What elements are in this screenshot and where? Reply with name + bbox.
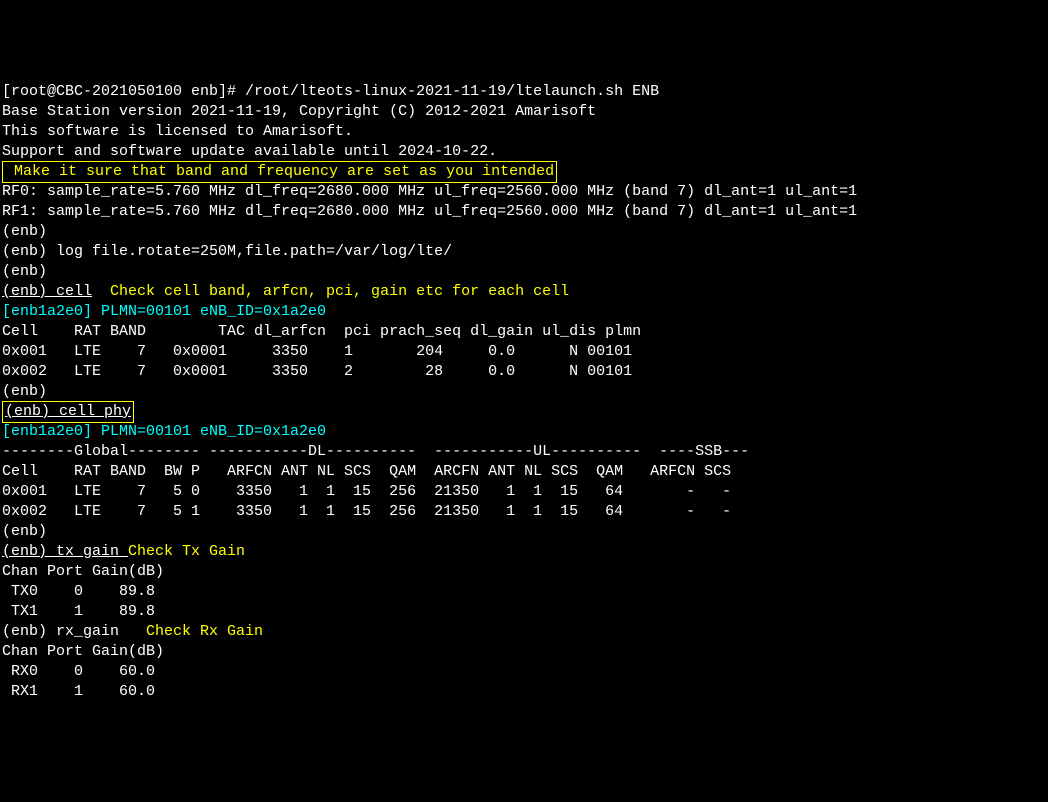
enb-prompt: (enb): [2, 523, 47, 540]
rf0-config-line: RF0: sample_rate=5.760 MHz dl_freq=2680.…: [2, 183, 857, 200]
annotation-rx-gain: Check Rx Gain: [128, 623, 263, 640]
annotation-band-freq: Make it sure that band and frequency are…: [2, 161, 557, 183]
cmd-cell: (enb) cell: [2, 283, 92, 300]
enb-log-line: (enb) log file.rotate=250M,file.path=/va…: [2, 243, 452, 260]
shell-prompt: [root@CBC-2021050100 enb]# /root/lteots-…: [2, 83, 659, 100]
cell-table-row: 0x001 LTE 7 0x0001 3350 1 204 0.0 N 0010…: [2, 343, 632, 360]
cell-table-header: Cell RAT BAND TAC dl_arfcn pci prach_seq…: [2, 323, 641, 340]
banner-line: This software is licensed to Amarisoft.: [2, 123, 353, 140]
enb-prompt: (enb): [2, 383, 47, 400]
phy-table-row: 0x002 LTE 7 5 1 3350 1 1 15 256 21350 1 …: [2, 503, 731, 520]
plmn-header: [enb1a2e0] PLMN=00101 eNB_ID=0x1a2e0: [2, 423, 326, 440]
phy-divider: --------Global-------- -----------DL----…: [2, 443, 749, 460]
tx-gain-header: Chan Port Gain(dB): [2, 563, 164, 580]
rx-gain-header: Chan Port Gain(dB): [2, 643, 164, 660]
phy-table-header: Cell RAT BAND BW P ARFCN ANT NL SCS QAM …: [2, 463, 731, 480]
annotation-check-cell: Check cell band, arfcn, pci, gain etc fo…: [92, 283, 569, 300]
rx-gain-row: RX0 0 60.0: [2, 663, 155, 680]
enb-prompt: (enb): [2, 263, 47, 280]
plmn-header: [enb1a2e0] PLMN=00101 eNB_ID=0x1a2e0: [2, 303, 326, 320]
enb-prompt: (enb): [2, 223, 47, 240]
phy-table-row: 0x001 LTE 7 5 0 3350 1 1 15 256 21350 1 …: [2, 483, 731, 500]
tx-gain-row: TX0 0 89.8: [2, 583, 155, 600]
annotation-tx-gain: Check Tx Gain: [128, 543, 245, 560]
cmd-rx-gain: (enb) rx_gain: [2, 623, 128, 640]
cmd-tx-gain: (enb) tx_gain: [2, 543, 128, 560]
tx-gain-row: TX1 1 89.8: [2, 603, 155, 620]
rf1-config-line: RF1: sample_rate=5.760 MHz dl_freq=2680.…: [2, 203, 857, 220]
banner-line: Support and software update available un…: [2, 143, 497, 160]
banner-line: Base Station version 2021-11-19, Copyrig…: [2, 103, 596, 120]
rx-gain-row: RX1 1 60.0: [2, 683, 155, 700]
cell-table-row: 0x002 LTE 7 0x0001 3350 2 28 0.0 N 00101: [2, 363, 632, 380]
terminal-output[interactable]: [root@CBC-2021050100 enb]# /root/lteots-…: [2, 82, 1046, 702]
cmd-cell-phy: (enb) cell phy: [2, 401, 134, 423]
